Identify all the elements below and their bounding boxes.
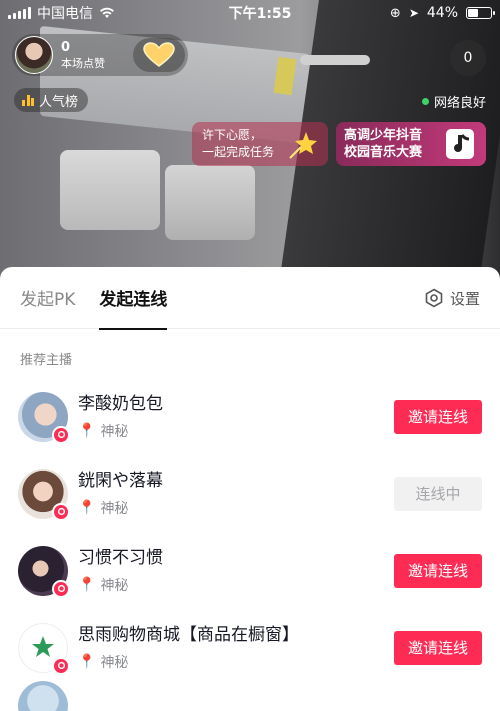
- network-dot-icon: [421, 98, 429, 105]
- location-arrow-icon: ➤: [408, 6, 419, 20]
- live-badge-icon: [52, 579, 70, 598]
- location-pin-icon: 📍: [78, 422, 96, 439]
- streamer-avatar[interactable]: [18, 468, 70, 521]
- popularity-label: 人气榜: [39, 94, 79, 110]
- location-pin-icon: 📍: [78, 576, 96, 593]
- likes-count: 0: [61, 39, 71, 55]
- section-title: 推荐主播: [20, 353, 73, 368]
- wifi-icon: [100, 7, 114, 18]
- invite-connect-button[interactable]: 邀请连线: [394, 553, 482, 588]
- list-item: 思雨购物商城【商品在橱窗】 📍 神秘 邀请连线: [0, 609, 500, 686]
- battery-percent: 44%: [426, 5, 458, 21]
- host-card[interactable]: 0 本场点赞: [12, 34, 188, 76]
- settings-label: 设置: [449, 289, 480, 308]
- status-bar: 中国电信 下午1:55 ⊕ ➤ 44%: [0, 0, 500, 26]
- viewer-count[interactable]: 0: [450, 40, 486, 76]
- live-screen: 中国电信 下午1:55 ⊕ ➤ 44% 0 本场点赞 0 人气榜 网络良好 许下…: [0, 0, 500, 711]
- live-badge-icon: [52, 502, 70, 521]
- list-item: 李酸奶包包 📍 神秘 邀请连线: [0, 378, 500, 455]
- list-item-partial: [0, 681, 500, 711]
- rank-bars-icon: [22, 94, 34, 106]
- streamer-name: 李酸奶包包: [78, 393, 163, 414]
- tab-start-connect[interactable]: 发起连线: [99, 267, 168, 330]
- list-item: 銧閑や落幕 📍 神秘 连线中: [0, 455, 500, 532]
- music-contest-banner[interactable]: 高调少年抖音 校园音乐大赛: [336, 122, 486, 166]
- streamer-avatar[interactable]: [18, 391, 70, 444]
- streamer-avatar[interactable]: [18, 622, 70, 675]
- location-pin-icon: 📍: [78, 499, 96, 516]
- network-status: 网络良好: [421, 92, 486, 111]
- streamer-location: 神秘: [100, 500, 129, 517]
- tab-start-pk[interactable]: 发起PK: [20, 267, 75, 329]
- streamer-location: 神秘: [100, 577, 129, 594]
- location-pin-icon: 📍: [78, 653, 96, 670]
- streamer-name: 思雨购物商城【商品在橱窗】: [78, 624, 299, 645]
- music-note-icon: [446, 129, 474, 159]
- streamer-name: 习惯不习惯: [78, 547, 163, 568]
- task-banner[interactable]: 许下心愿， 一起完成任务: [192, 122, 328, 166]
- streamer-avatar[interactable]: [18, 545, 70, 598]
- streamer-location: 神秘: [100, 654, 129, 671]
- streamer-location: 神秘: [100, 423, 129, 440]
- host-avatar[interactable]: [15, 36, 53, 74]
- likes-label: 本场点赞: [61, 56, 105, 70]
- invite-connect-button[interactable]: 邀请连线: [394, 630, 482, 665]
- popularity-rank-button[interactable]: 人气榜: [14, 88, 89, 112]
- streamer-name: 銧閑や落幕: [78, 470, 163, 491]
- star-wand-icon: [289, 132, 317, 159]
- shop-logo-icon: [32, 635, 54, 657]
- heart-icon: [143, 42, 175, 67]
- sheet-tabs: 发起PK 发起连线 设置: [0, 267, 500, 330]
- settings-hexagon-icon: [425, 288, 443, 308]
- carrier-label: 中国电信: [37, 6, 93, 22]
- live-badge-icon: [52, 656, 70, 675]
- streamer-list: 李酸奶包包 📍 神秘 邀请连线 銧閑や落幕 📍 神秘 连线中 习惯不习惯 📍 神…: [0, 378, 500, 711]
- battery-icon: [466, 7, 495, 19]
- connecting-button[interactable]: 连线中: [394, 476, 482, 511]
- clock: 下午1:55: [228, 6, 292, 22]
- settings-button[interactable]: 设置: [424, 267, 480, 329]
- list-item: 习惯不习惯 📍 神秘 邀请连线: [0, 532, 500, 609]
- signal-icon: [8, 7, 31, 19]
- invite-connect-button[interactable]: 邀请连线: [394, 399, 482, 434]
- live-badge-icon: [52, 425, 70, 444]
- streamer-avatar[interactable]: [18, 681, 68, 711]
- connect-sheet: 发起PK 发起连线 设置 推荐主播 李酸奶包包 📍 神秘 邀请连线 銧閑や落幕 …: [0, 267, 500, 711]
- like-button[interactable]: [133, 38, 185, 72]
- network-label: 网络良好: [433, 96, 486, 111]
- rotation-lock-icon: ⊕: [389, 5, 401, 21]
